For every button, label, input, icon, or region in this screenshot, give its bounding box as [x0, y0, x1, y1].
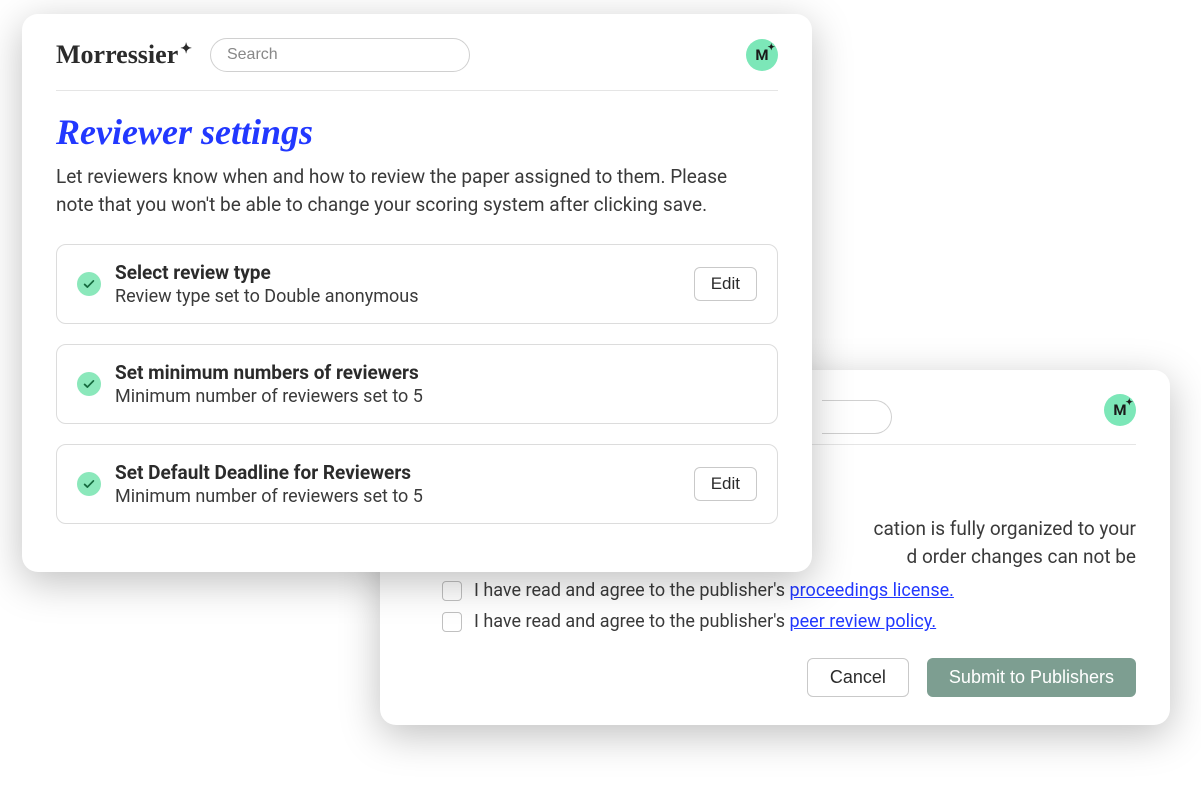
checkbox-proceedings[interactable]	[442, 581, 462, 601]
reviewer-settings-card: Morressier✦ M Reviewer settings Let revi…	[22, 14, 812, 572]
cancel-button[interactable]: Cancel	[807, 658, 909, 697]
agree-proceedings-row: I have read and agree to the publisher's…	[442, 580, 1136, 601]
edit-review-type-button[interactable]: Edit	[694, 267, 757, 301]
proceedings-license-link[interactable]: proceedings license.	[790, 580, 954, 601]
agree-peerreview-row: I have read and agree to the publisher's…	[442, 611, 1136, 632]
avatar[interactable]: M	[746, 39, 778, 71]
star-icon: ✦	[180, 41, 192, 58]
page-title: Reviewer settings	[56, 111, 778, 153]
setting-detail: Review type set to Double anonymous	[115, 286, 680, 307]
checkbox-peerreview[interactable]	[442, 612, 462, 632]
page-subtitle: Let reviewers know when and how to revie…	[56, 163, 756, 218]
brand-logo: Morressier✦	[56, 40, 192, 70]
divider	[56, 90, 778, 91]
setting-title: Select review type	[115, 261, 680, 284]
check-icon	[77, 372, 101, 396]
check-icon	[77, 272, 101, 296]
submit-to-publishers-button[interactable]: Submit to Publishers	[927, 658, 1136, 697]
avatar[interactable]: M	[1104, 394, 1136, 426]
setting-title: Set minimum numbers of reviewers	[115, 361, 757, 384]
peer-review-policy-link[interactable]: peer review policy.	[790, 611, 937, 632]
search-field-partial	[822, 400, 892, 434]
check-icon	[77, 472, 101, 496]
setting-title: Set Default Deadline for Reviewers	[115, 461, 680, 484]
setting-detail: Minimum number of reviewers set to 5	[115, 486, 680, 507]
setting-default-deadline: Set Default Deadline for Reviewers Minim…	[56, 444, 778, 524]
agree-text: I have read and agree to the publisher's	[474, 580, 790, 601]
edit-default-deadline-button[interactable]: Edit	[694, 467, 757, 501]
agree-text: I have read and agree to the publisher's	[474, 611, 790, 632]
setting-min-reviewers: Set minimum numbers of reviewers Minimum…	[56, 344, 778, 424]
search-input[interactable]	[210, 38, 470, 72]
setting-review-type: Select review type Review type set to Do…	[56, 244, 778, 324]
setting-detail: Minimum number of reviewers set to 5	[115, 386, 757, 407]
